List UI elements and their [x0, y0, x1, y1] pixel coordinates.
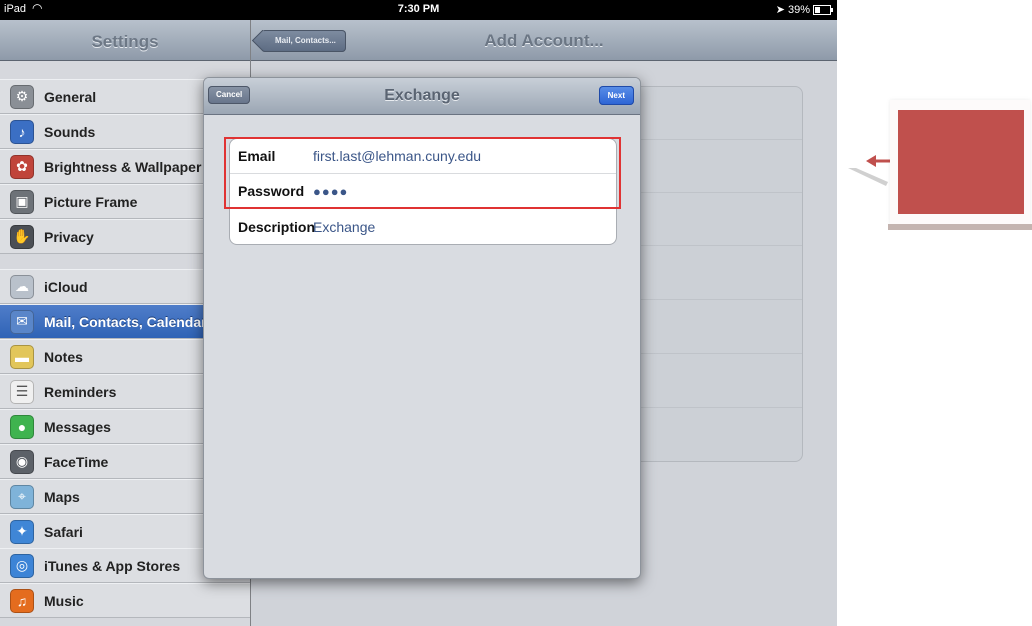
gear-icon: ⚙	[10, 84, 34, 109]
ipad-screen: iPad ◠ 7:30 PM ➤ 39% Settings ⚙ General ♪ S…	[0, 0, 837, 626]
list-separator	[632, 299, 802, 300]
list-separator	[632, 245, 802, 246]
compass-icon: ✦	[10, 519, 34, 544]
notes-icon: ▬	[10, 344, 34, 369]
mail-icon: ✉	[10, 309, 34, 334]
next-button[interactable]: Next	[598, 86, 634, 105]
sidebar-item-music[interactable]: ♫ Music	[0, 583, 250, 618]
music-icon: ♫	[10, 588, 34, 613]
list-separator	[632, 353, 802, 354]
speaker-icon: ♪	[10, 119, 34, 144]
cloud-icon: ☁	[10, 274, 34, 299]
list-separator	[632, 192, 802, 193]
description-field[interactable]: Exchange	[313, 219, 375, 235]
location-icon: ➤	[775, 4, 785, 16]
callout-panel	[898, 110, 1024, 214]
list-separator	[632, 139, 802, 140]
sheet-navbar: Cancel Exchange Next	[204, 78, 640, 115]
detail-title: Add Account...	[484, 31, 604, 50]
camera-icon: ◉	[10, 449, 34, 474]
hand-icon: ✋	[10, 224, 34, 249]
callout-frame	[890, 100, 1030, 224]
callout-box	[888, 100, 1032, 230]
app-store-icon: ◎	[10, 553, 34, 578]
picture-frame-icon: ▣	[10, 189, 34, 214]
clock: 7:30 PM	[397, 3, 440, 15]
battery-fill	[815, 6, 821, 13]
detail-navbar: Mail, Contacts... Add Account...	[251, 20, 837, 61]
sidebar-item-label: Music	[44, 592, 84, 609]
status-bar: iPad ◠ 7:30 PM ➤ 39%	[0, 0, 837, 20]
callout-shadow	[888, 224, 1032, 230]
account-type-list	[631, 86, 803, 462]
battery-percent: 39%	[787, 3, 810, 16]
sheet-title: Exchange	[384, 87, 460, 104]
description-row[interactable]: Description Exchange	[230, 209, 616, 244]
sidebar-title: Settings	[91, 32, 159, 51]
battery-icon	[813, 4, 833, 15]
battery-indicator: ➤ 39%	[775, 3, 833, 16]
flower-icon: ✿	[10, 154, 34, 179]
messages-icon: ●	[10, 414, 34, 439]
map-icon: ⌖	[10, 484, 34, 509]
sidebar-navbar: Settings	[0, 20, 250, 61]
description-label: Description	[238, 218, 316, 235]
reminders-icon: ☰	[10, 379, 34, 404]
highlight-box	[224, 137, 621, 209]
list-separator	[632, 407, 802, 408]
